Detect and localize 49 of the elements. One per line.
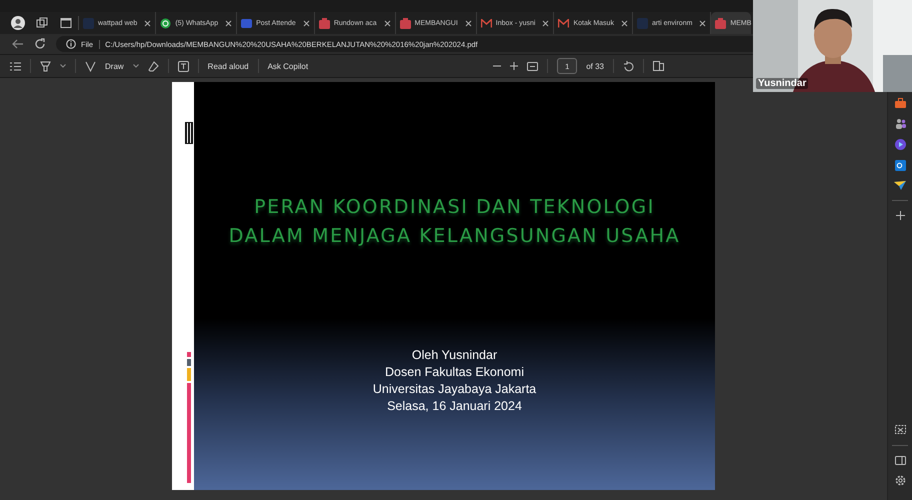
- pdf-icon: [715, 18, 726, 28]
- highlighter-icon[interactable]: [40, 60, 51, 72]
- slide-subtitle: Selasa, 16 Januari 2024: [387, 398, 522, 415]
- fit-page-icon[interactable]: [527, 62, 538, 70]
- close-icon[interactable]: [144, 20, 152, 26]
- screenshot-icon[interactable]: [894, 425, 906, 435]
- pdf-icon: [400, 18, 411, 28]
- profile-icon[interactable]: [11, 16, 25, 30]
- paper-plane-icon[interactable]: [894, 181, 906, 190]
- close-icon[interactable]: [699, 20, 706, 26]
- page-count: of 33: [586, 62, 604, 70]
- two-page-icon[interactable]: [653, 61, 664, 71]
- eraser-icon[interactable]: [148, 60, 159, 72]
- slide-subtitle: Oleh Yusnindar: [412, 347, 498, 364]
- caret-icon[interactable]: [132, 64, 139, 68]
- rotate-icon[interactable]: [623, 60, 634, 72]
- people-icon[interactable]: [894, 118, 906, 129]
- close-icon[interactable]: [302, 20, 310, 26]
- sidebar-panel-icon[interactable]: [894, 456, 906, 465]
- slide-subtitle: Universitas Jayabaya Jakarta: [372, 381, 536, 398]
- workspaces-icon[interactable]: [36, 17, 48, 29]
- back-icon[interactable]: [12, 39, 24, 49]
- refresh-icon[interactable]: [34, 38, 46, 50]
- document-icon: [241, 18, 252, 28]
- close-icon[interactable]: [225, 20, 232, 26]
- slide-title: DALAM MENJAGA KELANGSUNGAN USAHA: [228, 225, 680, 247]
- close-icon[interactable]: [620, 20, 628, 26]
- pen-icon[interactable]: [85, 60, 96, 72]
- close-icon[interactable]: [542, 20, 550, 26]
- caret-icon[interactable]: [60, 64, 66, 68]
- zoom-in-icon[interactable]: [510, 62, 518, 70]
- read-aloud-button[interactable]: Read aloud: [208, 62, 249, 70]
- pdf-icon: [318, 18, 330, 28]
- settings-icon[interactable]: [894, 475, 906, 486]
- mail-icon: [558, 18, 570, 28]
- close-icon[interactable]: [464, 20, 472, 26]
- text-box-icon[interactable]: [178, 60, 189, 72]
- ask-copilot-button[interactable]: Ask Copilot: [268, 62, 308, 70]
- mail-icon: [480, 18, 492, 28]
- tab-actions-icon[interactable]: [60, 17, 72, 29]
- info-icon[interactable]: [66, 39, 76, 49]
- add-icon[interactable]: [896, 211, 904, 220]
- briefcase-icon[interactable]: [894, 98, 906, 108]
- slide-title: PERAN KOORDINASI DAN TEKNOLOGI: [254, 196, 655, 218]
- contents-icon[interactable]: [10, 62, 21, 70]
- close-icon[interactable]: [384, 20, 391, 26]
- slide-subtitle: Dosen Fakultas Ekonomi: [385, 364, 524, 381]
- draw-button[interactable]: Draw: [105, 62, 124, 70]
- chat-bubble-icon: [160, 18, 172, 28]
